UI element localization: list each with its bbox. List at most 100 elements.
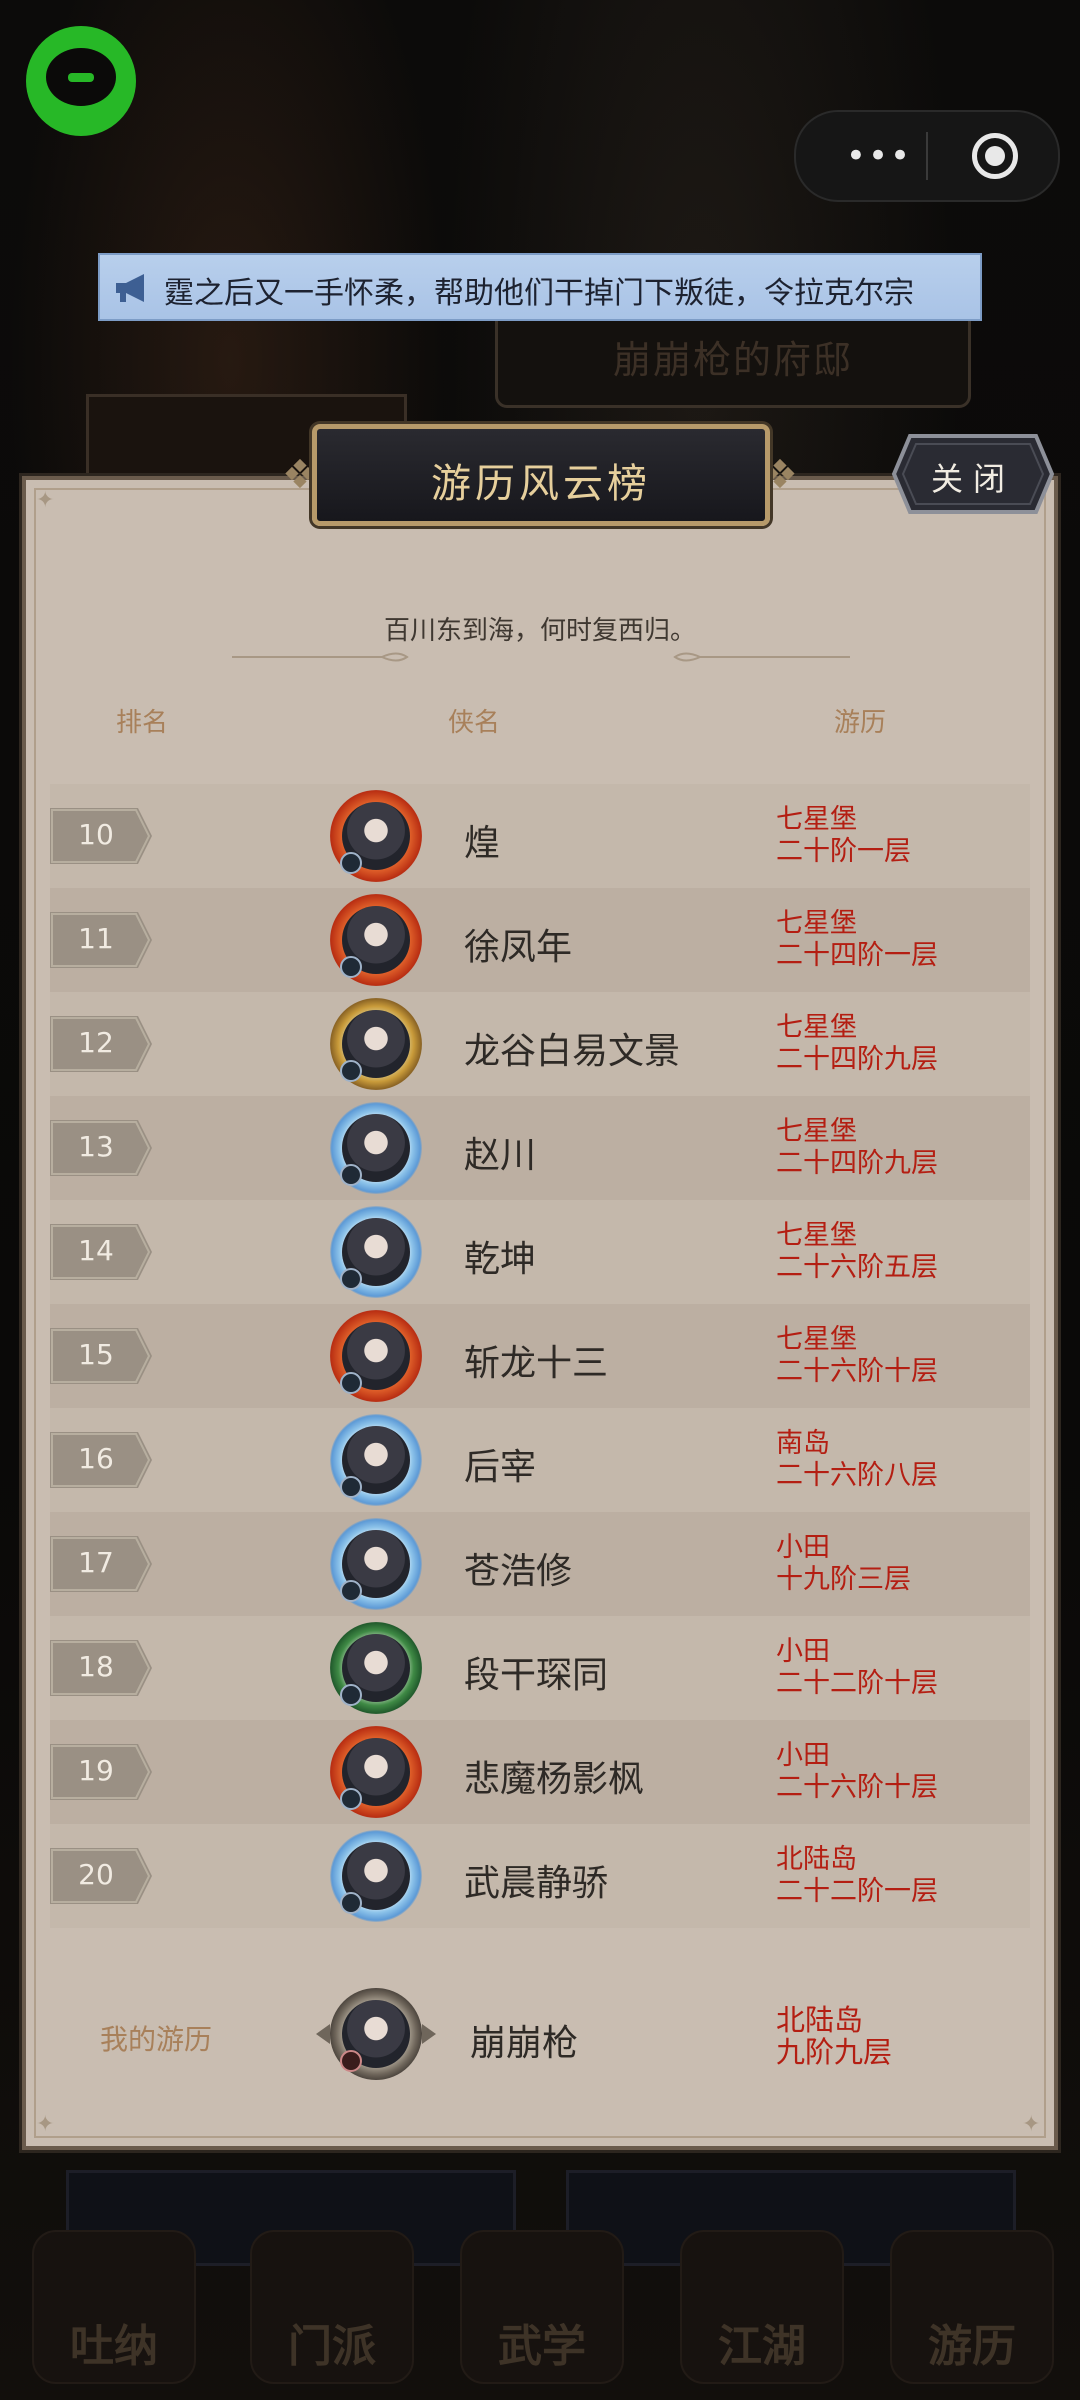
gender-badge-icon xyxy=(340,2050,362,2072)
gender-badge-icon xyxy=(340,1164,362,1186)
gender-badge-icon xyxy=(340,1892,362,1914)
bottom-tab-wuxue[interactable]: 武学 xyxy=(460,2230,624,2384)
column-header-journey: 游历 xyxy=(834,708,887,738)
rank-number: 11 xyxy=(78,922,114,955)
player-name: 赵川 xyxy=(464,1135,537,1176)
rank-tag: 19 xyxy=(50,1744,154,1800)
location-stage: 二十六阶五层 xyxy=(776,1252,938,1283)
rank-tag: 15 xyxy=(50,1328,154,1384)
gender-badge-icon xyxy=(340,1060,362,1082)
corner-ornament: ✦ xyxy=(36,488,55,513)
target-circle-icon[interactable] xyxy=(972,133,1018,179)
rank-number: 19 xyxy=(78,1754,114,1787)
rank-number: 16 xyxy=(78,1442,114,1475)
location-region: 七星堡 xyxy=(776,804,857,835)
player-avatar[interactable] xyxy=(330,1726,422,1818)
location-stage: 二十二阶十层 xyxy=(776,1668,938,1699)
subtitle-ornament-left xyxy=(232,652,409,662)
my-location-stage: 九阶九层 xyxy=(776,2035,893,2069)
table-row[interactable]: 15 斩龙十三 七星堡 二十六阶十层 xyxy=(50,1304,1030,1408)
my-avatar[interactable] xyxy=(316,1988,436,2080)
rank-number: 17 xyxy=(78,1546,114,1579)
location-region: 七星堡 xyxy=(776,1012,857,1043)
table-row[interactable]: 18 段干琛同 小田 二十二阶十层 xyxy=(50,1616,1030,1720)
rank-tag: 20 xyxy=(50,1848,154,1904)
location-stage: 二十六阶八层 xyxy=(776,1460,938,1491)
tab-label: 江湖 xyxy=(718,2321,806,2372)
close-button[interactable]: 关闭 xyxy=(892,434,1054,514)
table-row[interactable]: 11 徐凤年 七星堡 二十四阶一层 xyxy=(50,888,1030,992)
rank-number: 18 xyxy=(78,1650,114,1683)
player-avatar[interactable] xyxy=(330,1206,422,1298)
player-avatar[interactable] xyxy=(330,1310,422,1402)
announcement-marquee: 霆之后又一手怀柔，帮助他们干掉门下叛徒，令拉克尔宗 xyxy=(98,253,982,321)
player-name: 煌 xyxy=(464,823,501,864)
tab-label: 门派 xyxy=(288,2321,376,2372)
location-region: 南岛 xyxy=(776,1428,830,1459)
rank-number: 13 xyxy=(78,1130,114,1163)
column-header-rank: 排名 xyxy=(116,708,169,738)
gender-badge-icon xyxy=(340,1684,362,1706)
table-row[interactable]: 10 煌 七星堡 二十阶一层 xyxy=(50,784,1030,888)
my-location: 北陆岛 九阶九层 xyxy=(776,2004,892,2068)
gender-badge-icon xyxy=(340,1268,362,1290)
bottom-tab-menpai[interactable]: 门派 xyxy=(250,2230,414,2384)
rank-tag: 12 xyxy=(50,1016,154,1072)
bottom-tab-youli[interactable]: 游历 xyxy=(890,2230,1054,2384)
player-name: 武晨静骄 xyxy=(464,1863,609,1904)
location-region: 七星堡 xyxy=(776,1116,857,1147)
player-location: 七星堡 二十四阶一层 xyxy=(776,908,938,972)
player-avatar[interactable] xyxy=(330,1414,422,1506)
player-avatar[interactable] xyxy=(330,894,422,986)
location-stage: 二十阶一层 xyxy=(776,836,911,867)
my-location-region: 北陆岛 xyxy=(776,2003,864,2037)
gender-badge-icon xyxy=(340,1580,362,1602)
my-name: 崩崩枪 xyxy=(470,2023,579,2064)
location-stage: 二十四阶九层 xyxy=(776,1148,938,1179)
bottom-tab-jianghu[interactable]: 江湖 xyxy=(680,2230,844,2384)
table-row[interactable]: 16 后宰 南岛 二十六阶八层 xyxy=(50,1408,1030,1512)
table-row[interactable]: 12 龙谷白易文景 七星堡 二十四阶九层 xyxy=(50,992,1030,1096)
table-row[interactable]: 14 乾坤 七星堡 二十六阶五层 xyxy=(50,1200,1030,1304)
my-journey-label: 我的游历 xyxy=(100,2023,213,2056)
location-region: 七星堡 xyxy=(776,1324,857,1355)
rank-tag: 10 xyxy=(50,808,154,864)
bottom-tab-tuna[interactable]: 吐纳 xyxy=(32,2230,196,2384)
location-region: 小田 xyxy=(776,1740,830,1771)
more-dots-icon[interactable]: ••• xyxy=(834,138,924,174)
player-name: 斩龙十三 xyxy=(464,1343,609,1384)
chat-logo-mouth xyxy=(68,73,94,82)
location-region: 小田 xyxy=(776,1532,830,1563)
player-location: 七星堡 二十阶一层 xyxy=(776,804,911,868)
capsule-divider xyxy=(926,132,928,180)
corner-ornament: ✦ xyxy=(36,2112,55,2137)
table-row[interactable]: 19 悲魔杨影枫 小田 二十六阶十层 xyxy=(50,1720,1030,1824)
table-row[interactable]: 20 武晨静骄 北陆岛 二十二阶一层 xyxy=(50,1824,1030,1928)
player-avatar[interactable] xyxy=(330,1622,422,1714)
player-location: 七星堡 二十四阶九层 xyxy=(776,1116,938,1180)
corner-ornament: ✦ xyxy=(1022,2112,1041,2137)
player-name: 段干琛同 xyxy=(464,1655,609,1696)
megaphone-icon xyxy=(116,274,144,302)
player-name: 乾坤 xyxy=(464,1239,537,1280)
player-avatar[interactable] xyxy=(330,790,422,882)
player-avatar[interactable] xyxy=(330,1830,422,1922)
table-row[interactable]: 17 苍浩修 小田 十九阶三层 xyxy=(50,1512,1030,1616)
panel-title-plate: 游历风云榜 xyxy=(312,424,770,526)
mini-program-capsule: ••• xyxy=(794,110,1060,202)
rank-tag: 17 xyxy=(50,1536,154,1592)
player-avatar[interactable] xyxy=(330,1518,422,1610)
tab-label: 吐纳 xyxy=(70,2321,158,2372)
gender-badge-icon xyxy=(340,1372,362,1394)
location-stage: 二十六阶十层 xyxy=(776,1772,938,1803)
player-location: 七星堡 二十四阶九层 xyxy=(776,1012,938,1076)
background-banner-text: 崩崩枪的府邸 xyxy=(612,338,853,382)
panel-subtitle: 百川东到海，何时复西归。 xyxy=(383,616,696,646)
player-avatar[interactable] xyxy=(330,1102,422,1194)
player-location: 小田 十九阶三层 xyxy=(776,1532,911,1596)
table-row[interactable]: 13 赵川 七星堡 二十四阶九层 xyxy=(50,1096,1030,1200)
chat-logo-icon[interactable] xyxy=(26,26,136,136)
player-avatar[interactable] xyxy=(330,998,422,1090)
rank-number: 12 xyxy=(78,1026,114,1059)
ranking-list[interactable]: 10 煌七星堡 二十阶一层 11 徐凤年 七星堡 二十四阶一层 12 龙谷白易文景 七星堡 二十四阶… xyxy=(50,754,1030,1928)
